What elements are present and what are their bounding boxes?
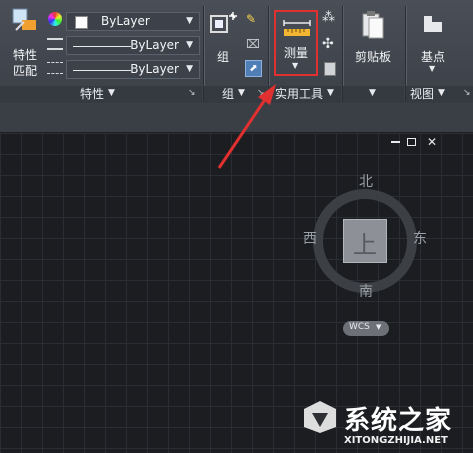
viewport-restore-icon[interactable] bbox=[407, 138, 416, 146]
clipboard-icon bbox=[361, 10, 385, 40]
match-properties-icon bbox=[12, 8, 38, 34]
chevron-down-icon: ▼ bbox=[429, 64, 436, 73]
color-swatch bbox=[75, 16, 88, 29]
point-style-icon[interactable]: ⁂ bbox=[322, 10, 338, 26]
drawing-canvas[interactable]: ✕ 上 北 南 东 西 WCS ▼ 系统之家 XITONGZHIJIA.NET bbox=[0, 133, 473, 453]
viewcube-face-label: 上 bbox=[353, 231, 377, 259]
view-panel-titlebar[interactable]: 视图 ▼ ↘ bbox=[406, 86, 473, 103]
group-icon bbox=[209, 10, 237, 38]
watermark: 系统之家 XITONGZHIJIA.NET bbox=[302, 397, 472, 451]
base-point-icon bbox=[422, 14, 444, 34]
color-dropdown[interactable]: ByLayer ▼ bbox=[66, 12, 200, 31]
clipboard-label: 剪贴板 bbox=[354, 50, 391, 64]
chevron-down-icon: ▼ bbox=[186, 40, 193, 50]
dialog-launcher-icon[interactable]: ↘ bbox=[188, 88, 196, 98]
viewcube[interactable]: 上 北 南 东 西 bbox=[303, 174, 427, 301]
properties-panel-title: 特性 bbox=[80, 87, 105, 101]
linetype-dropdown[interactable]: ByLayer ▼ bbox=[66, 36, 200, 55]
chevron-down-icon: ▼ bbox=[108, 88, 115, 98]
group-select-icon[interactable]: ⬈ bbox=[245, 60, 262, 77]
view-panel-title: 视图 bbox=[410, 87, 435, 101]
match-properties-button[interactable]: 特性 匹配 bbox=[6, 6, 44, 82]
group-label: 组 bbox=[216, 50, 229, 64]
base-point-label: 基点 bbox=[420, 50, 445, 64]
lineweight-sample bbox=[73, 70, 131, 71]
ribbon: 特性 匹配 ByLayer ▼ ByLayer ▼ ByLayer ▼ 特性 ▼… bbox=[0, 0, 473, 105]
chevron-down-icon: ▼ bbox=[292, 61, 299, 70]
watermark-brand: 系统之家 bbox=[344, 406, 453, 436]
linetype-value: ByLayer bbox=[130, 38, 179, 52]
match-properties-label-1: 特性 bbox=[12, 48, 37, 62]
file-tab-bar bbox=[0, 104, 473, 133]
match-properties-label-2: 匹配 bbox=[12, 64, 37, 78]
calculator-icon[interactable] bbox=[324, 62, 336, 76]
chevron-down-icon: ▼ bbox=[186, 64, 193, 74]
utilities-panel-title: 实用工具 bbox=[275, 87, 324, 101]
linetype-icon[interactable] bbox=[47, 38, 63, 50]
watermark-logo-icon bbox=[302, 399, 338, 435]
wcs-menu[interactable]: WCS ▼ bbox=[343, 321, 389, 336]
measure-button[interactable]: 测量 ▼ bbox=[274, 10, 318, 76]
clipboard-panel-titlebar[interactable]: ▼ bbox=[343, 86, 404, 103]
chevron-down-icon: ▼ bbox=[186, 16, 193, 26]
chevron-down-icon: ▼ bbox=[438, 88, 445, 98]
group-button[interactable]: 组 bbox=[207, 8, 239, 64]
compass-north[interactable]: 北 bbox=[359, 171, 373, 191]
color-wheel-icon[interactable] bbox=[48, 12, 62, 26]
measure-icon bbox=[282, 17, 312, 39]
dialog-launcher-icon[interactable]: ↘ bbox=[257, 88, 265, 98]
compass-west[interactable]: 西 bbox=[303, 228, 317, 248]
compass-south[interactable]: 南 bbox=[359, 281, 373, 301]
base-point-button[interactable]: 基点 ▼ bbox=[410, 10, 456, 76]
watermark-url: XITONGZHIJIA.NET bbox=[344, 435, 448, 446]
chevron-down-icon: ▼ bbox=[376, 323, 382, 331]
id-point-icon[interactable]: ✣ bbox=[322, 36, 338, 52]
linetype-sample bbox=[73, 46, 131, 47]
compass-east[interactable]: 东 bbox=[413, 228, 427, 248]
clipboard-button[interactable]: 剪贴板 bbox=[348, 8, 398, 68]
color-value: ByLayer bbox=[101, 14, 150, 28]
properties-panel-titlebar[interactable]: 特性 ▼ ↘ bbox=[0, 86, 202, 103]
groups-panel-titlebar[interactable]: 组 ▼ ↘ bbox=[204, 86, 267, 103]
viewport-minimize-icon[interactable] bbox=[391, 141, 400, 143]
chevron-down-icon: ▼ bbox=[238, 88, 245, 98]
viewcube-top-face[interactable]: 上 bbox=[343, 219, 387, 263]
dialog-launcher-icon[interactable]: ↘ bbox=[463, 88, 471, 98]
group-edit-icon[interactable]: ⌧ bbox=[246, 37, 262, 51]
chevron-down-icon: ▼ bbox=[369, 88, 376, 98]
lineweight-value: ByLayer bbox=[130, 62, 179, 76]
measure-label: 测量 bbox=[283, 46, 308, 60]
groups-panel-title: 组 bbox=[222, 87, 235, 101]
lineweight-icon[interactable] bbox=[47, 62, 63, 74]
viewport-close-icon[interactable]: ✕ bbox=[427, 136, 437, 148]
ungroup-icon[interactable]: ✎ bbox=[246, 12, 262, 26]
wcs-label: WCS bbox=[349, 322, 370, 332]
chevron-down-icon: ▼ bbox=[327, 88, 334, 98]
utilities-panel-titlebar[interactable]: 实用工具 ▼ bbox=[269, 86, 341, 103]
lineweight-dropdown[interactable]: ByLayer ▼ bbox=[66, 60, 200, 79]
